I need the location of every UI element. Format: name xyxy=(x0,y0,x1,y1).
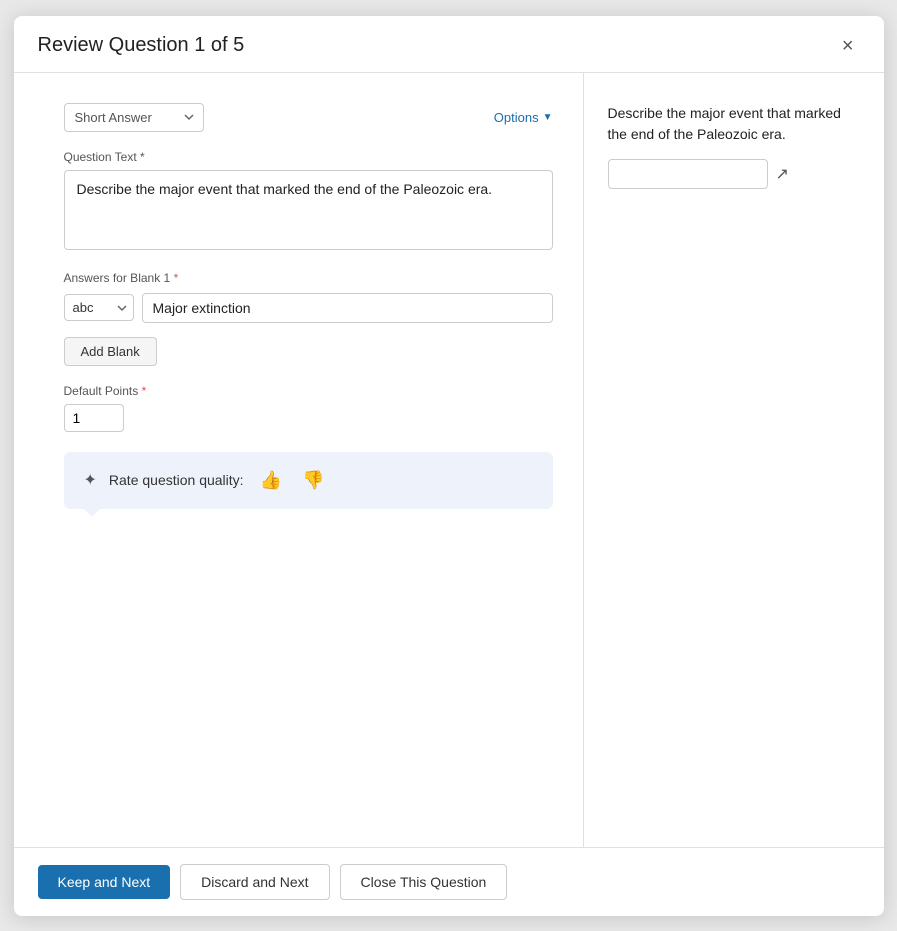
answer-input[interactable] xyxy=(142,293,553,323)
options-chevron-icon: ▼ xyxy=(543,112,553,123)
preview-answer-input[interactable] xyxy=(608,159,768,189)
modal-body: Short Answer Multiple Choice True/False … xyxy=(14,73,884,847)
add-blank-button[interactable]: Add Blank xyxy=(64,337,157,366)
answer-type-select[interactable]: abc ABC 123 xyxy=(64,294,134,321)
preview-question-text: Describe the major event that marked the… xyxy=(608,103,860,145)
question-type-select[interactable]: Short Answer Multiple Choice True/False … xyxy=(64,103,204,132)
options-link[interactable]: Options ▼ xyxy=(494,110,553,125)
points-label: Default Points * xyxy=(64,384,553,398)
question-text-input[interactable]: Describe the major event that marked the… xyxy=(64,170,553,250)
close-button[interactable]: × xyxy=(836,34,860,58)
review-modal: Review Question 1 of 5 × Short Answer Mu… xyxy=(14,16,884,916)
thumbs-down-button[interactable]: 👎 xyxy=(298,468,328,493)
question-text-label: Question Text * xyxy=(64,150,553,164)
rate-quality-box: ✦ Rate question quality: 👍 👎 xyxy=(64,452,553,509)
modal-title: Review Question 1 of 5 xyxy=(38,34,245,57)
left-panel: Short Answer Multiple Choice True/False … xyxy=(14,73,584,847)
points-input[interactable] xyxy=(64,404,124,432)
sparkle-icon: ✦ xyxy=(84,470,97,490)
check-icon: ↗ xyxy=(776,164,789,184)
close-question-button[interactable]: Close This Question xyxy=(340,864,508,900)
answer-row: abc ABC 123 xyxy=(64,293,553,323)
discard-and-next-button[interactable]: Discard and Next xyxy=(180,864,329,900)
question-type-row: Short Answer Multiple Choice True/False … xyxy=(64,103,553,132)
modal-header: Review Question 1 of 5 × xyxy=(14,16,884,73)
keep-and-next-button[interactable]: Keep and Next xyxy=(38,865,171,899)
preview-answer-row: ↗ xyxy=(608,159,860,189)
rate-quality-label: Rate question quality: xyxy=(109,472,244,488)
modal-footer: Keep and Next Discard and Next Close Thi… xyxy=(14,847,884,916)
right-panel: Describe the major event that marked the… xyxy=(584,73,884,847)
thumbs-up-button[interactable]: 👍 xyxy=(256,468,286,493)
answers-label: Answers for Blank 1 * xyxy=(64,271,553,285)
